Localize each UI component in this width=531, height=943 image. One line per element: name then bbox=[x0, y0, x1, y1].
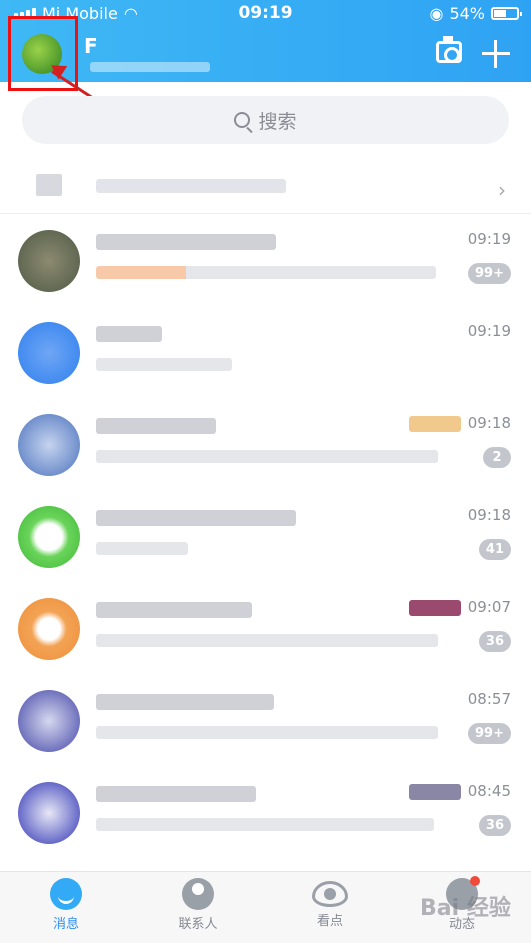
tab-label: 联系人 bbox=[178, 917, 218, 932]
tag-blur bbox=[409, 784, 461, 800]
list-item[interactable]: 09:19 bbox=[0, 306, 531, 398]
list-item[interactable]: 08:45 36 bbox=[0, 766, 531, 858]
device-text-blur bbox=[96, 179, 286, 193]
avatar bbox=[18, 506, 80, 568]
avatar bbox=[18, 414, 80, 476]
person-icon bbox=[182, 878, 214, 910]
timestamp: 09:18 bbox=[467, 414, 511, 432]
list-item[interactable]: 09:07 36 bbox=[0, 582, 531, 674]
title-blur bbox=[96, 602, 252, 618]
unread-badge: 41 bbox=[478, 539, 511, 560]
chat-bubble-icon bbox=[50, 878, 82, 910]
title-blur bbox=[96, 510, 296, 526]
avatar bbox=[18, 230, 80, 292]
list-item[interactable]: 08:57 99+ bbox=[0, 674, 531, 766]
watermark: Bai 经验 bbox=[420, 896, 511, 921]
avatar bbox=[18, 322, 80, 384]
preview-blur bbox=[96, 450, 438, 463]
list-item[interactable]: 09:18 2 bbox=[0, 398, 531, 490]
tag-blur bbox=[409, 600, 461, 616]
timestamp: 09:19 bbox=[467, 230, 511, 248]
user-name: F bbox=[84, 34, 98, 58]
tab-messages[interactable]: 消息 bbox=[16, 878, 116, 932]
search-icon bbox=[234, 112, 251, 128]
preview-blur bbox=[96, 266, 436, 279]
timestamp: 08:45 bbox=[467, 782, 511, 800]
user-status-blur bbox=[90, 62, 210, 72]
timestamp: 09:19 bbox=[467, 322, 511, 340]
title-blur bbox=[96, 786, 256, 802]
device-login-row[interactable]: › bbox=[0, 160, 531, 214]
preview-blur bbox=[96, 542, 188, 555]
battery-icon bbox=[491, 7, 522, 20]
title-blur bbox=[96, 234, 276, 250]
unread-badge: 99+ bbox=[468, 263, 511, 284]
timestamp: 09:07 bbox=[467, 598, 511, 616]
status-right: ◉ 54% bbox=[429, 4, 522, 23]
title-blur bbox=[96, 418, 216, 434]
timestamp: 09:18 bbox=[467, 506, 511, 524]
tab-label: 看点 bbox=[316, 914, 343, 929]
preview-blur bbox=[96, 358, 232, 371]
search-label: 搜索 bbox=[258, 110, 297, 133]
status-bar: Mi Mobile ◠ 09:19 ◉ 54% bbox=[0, 0, 531, 28]
eye-icon bbox=[312, 881, 348, 907]
list-item[interactable]: 09:19 99+ bbox=[0, 214, 531, 306]
unread-badge: 99+ bbox=[468, 723, 511, 744]
device-icon bbox=[36, 174, 62, 196]
preview-blur bbox=[96, 818, 434, 831]
title-blur bbox=[96, 694, 274, 710]
tab-discover[interactable]: 看点 bbox=[280, 878, 380, 929]
preview-blur bbox=[96, 634, 438, 647]
list-item[interactable]: 09:18 41 bbox=[0, 490, 531, 582]
tag-blur bbox=[409, 416, 461, 432]
add-icon[interactable] bbox=[482, 40, 510, 68]
unread-badge: 2 bbox=[483, 447, 511, 468]
notification-dot bbox=[470, 876, 480, 886]
rotation-lock-icon: ◉ bbox=[429, 4, 444, 23]
tab-contacts[interactable]: 联系人 bbox=[148, 878, 248, 932]
avatar bbox=[18, 598, 80, 660]
tab-label: 消息 bbox=[52, 917, 79, 932]
avatar bbox=[18, 690, 80, 752]
preview-blur bbox=[96, 726, 438, 739]
timestamp: 08:57 bbox=[467, 690, 511, 708]
battery-percent: 54% bbox=[449, 4, 485, 23]
camera-icon[interactable] bbox=[436, 36, 462, 63]
avatar bbox=[18, 782, 80, 844]
title-blur bbox=[96, 326, 162, 342]
search-bar[interactable]: 搜索 bbox=[22, 96, 509, 144]
chevron-right-icon: › bbox=[498, 178, 506, 202]
unread-badge: 36 bbox=[478, 631, 511, 652]
unread-badge: 36 bbox=[478, 815, 511, 836]
